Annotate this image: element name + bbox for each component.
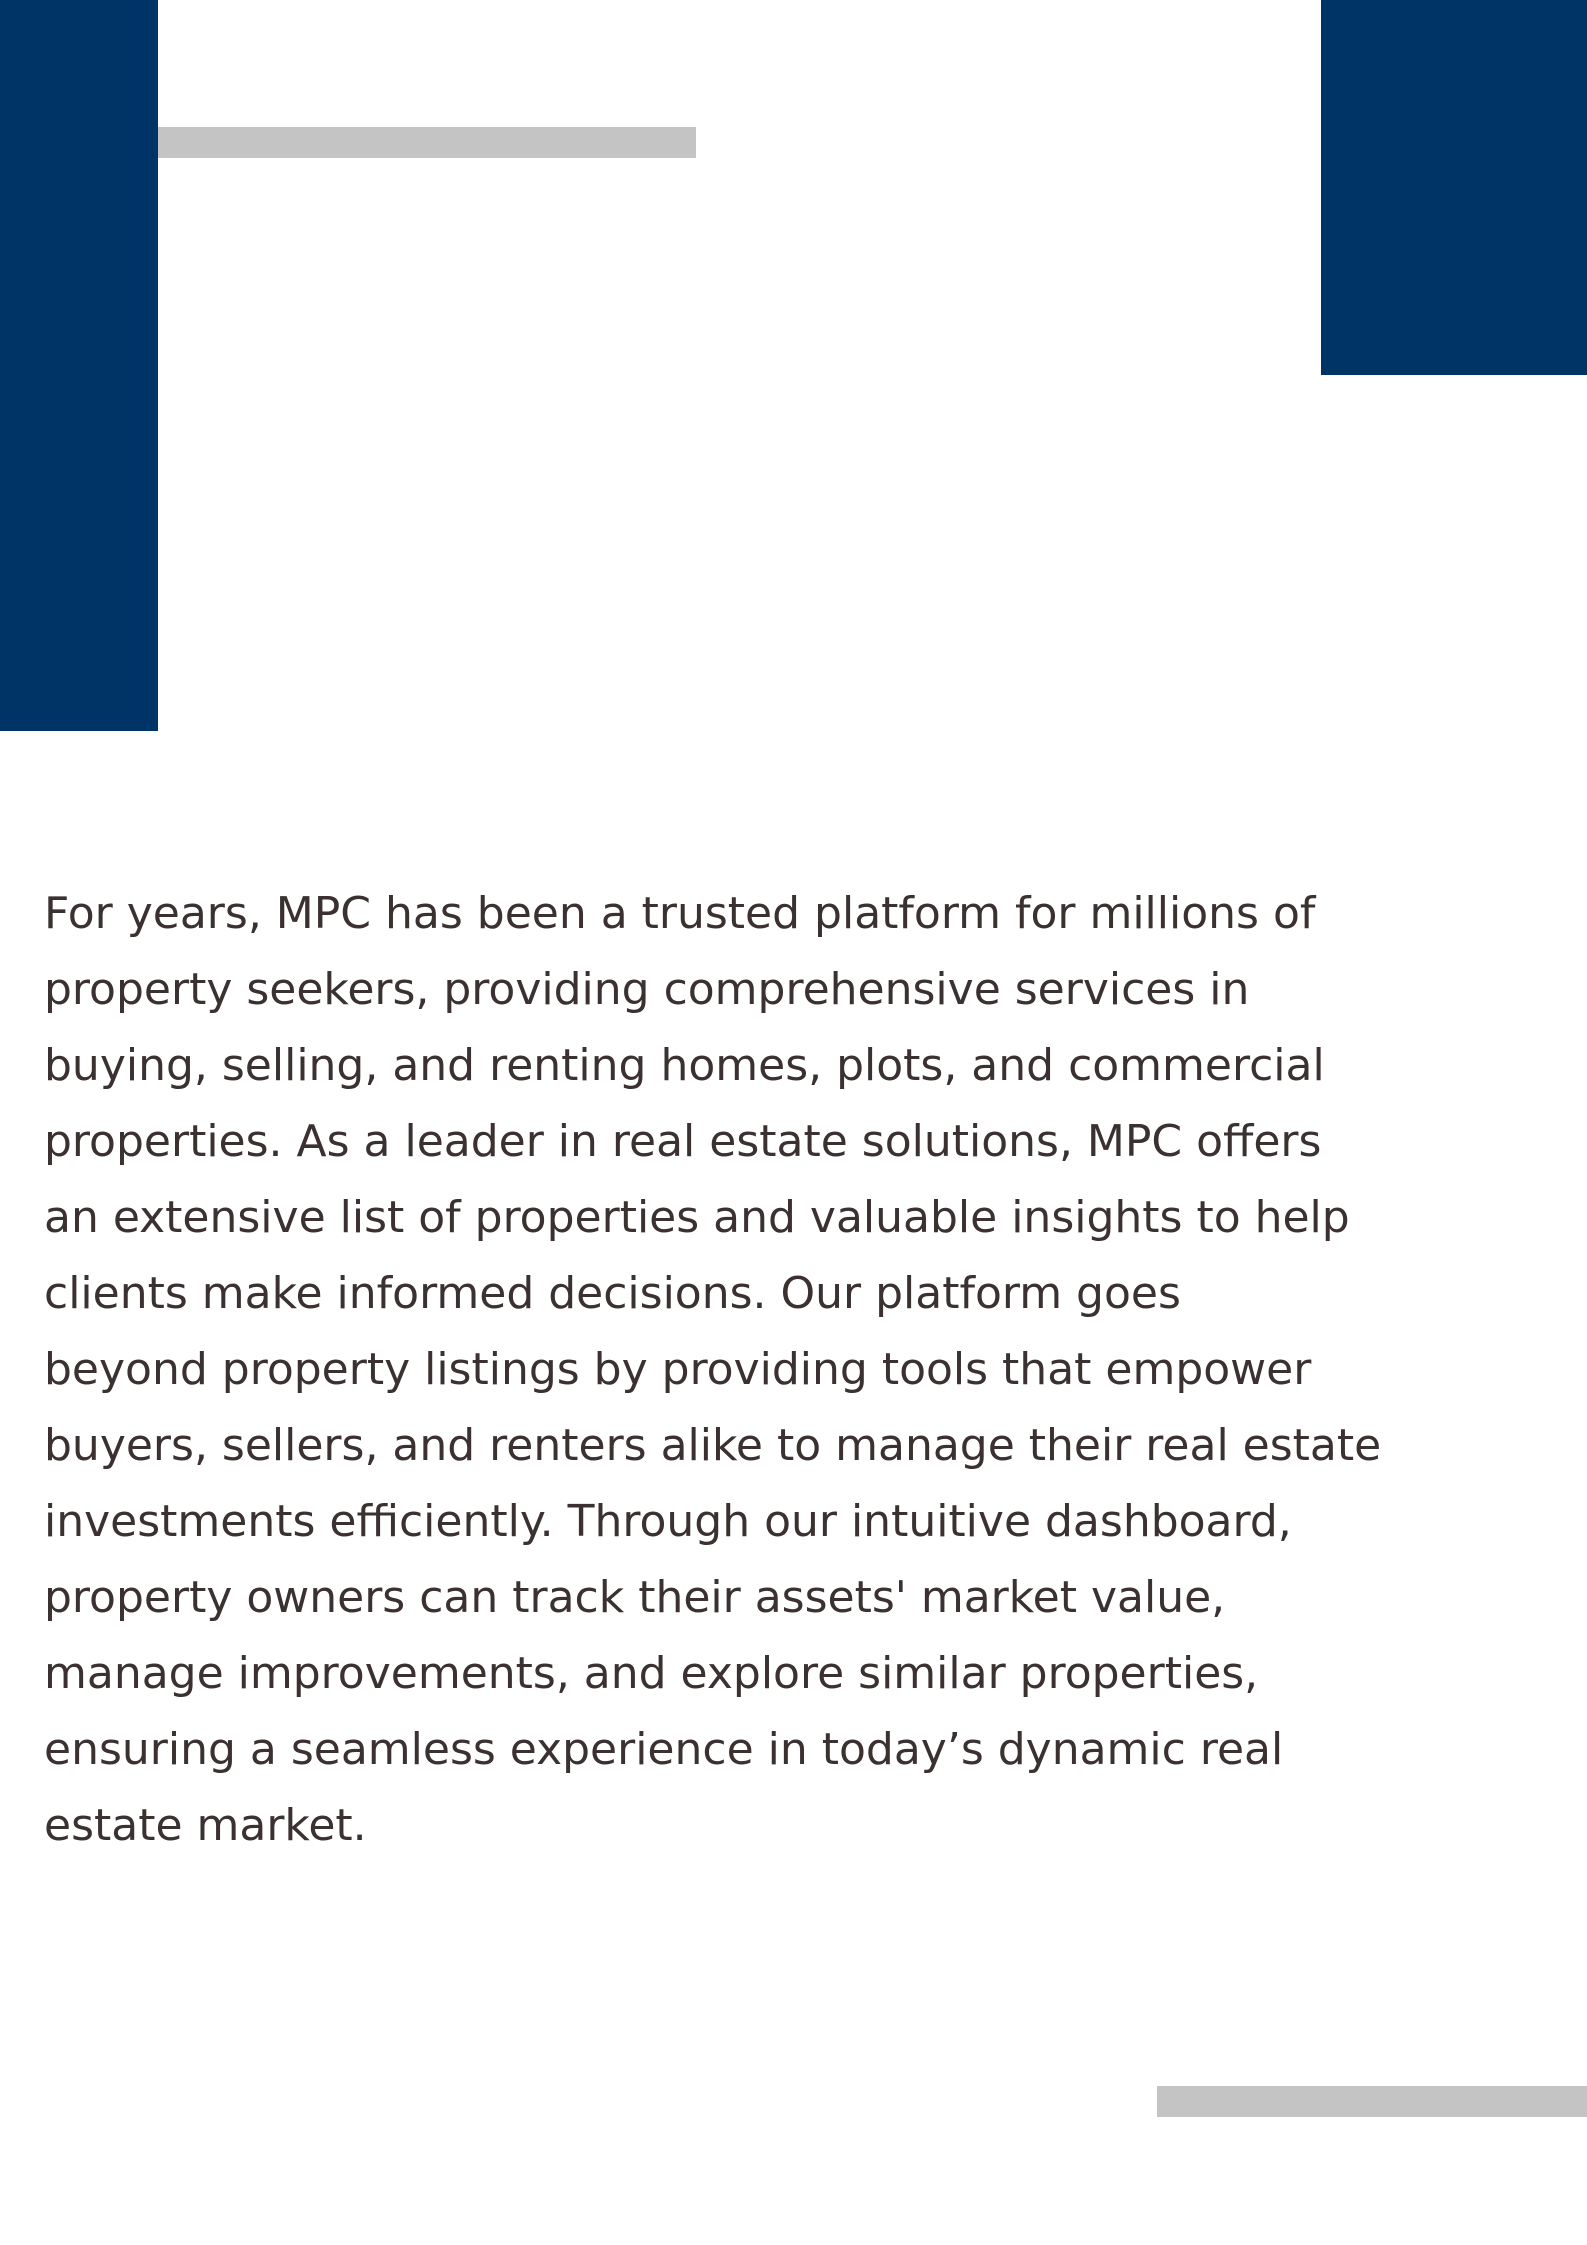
left-navy-bar [0, 0, 158, 731]
body-paragraph: For years, MPC has been a trusted platfo… [44, 888, 1382, 1851]
bottom-gray-stripe [1157, 2086, 1587, 2117]
top-right-navy-block [1321, 0, 1587, 375]
top-gray-stripe [158, 127, 696, 158]
